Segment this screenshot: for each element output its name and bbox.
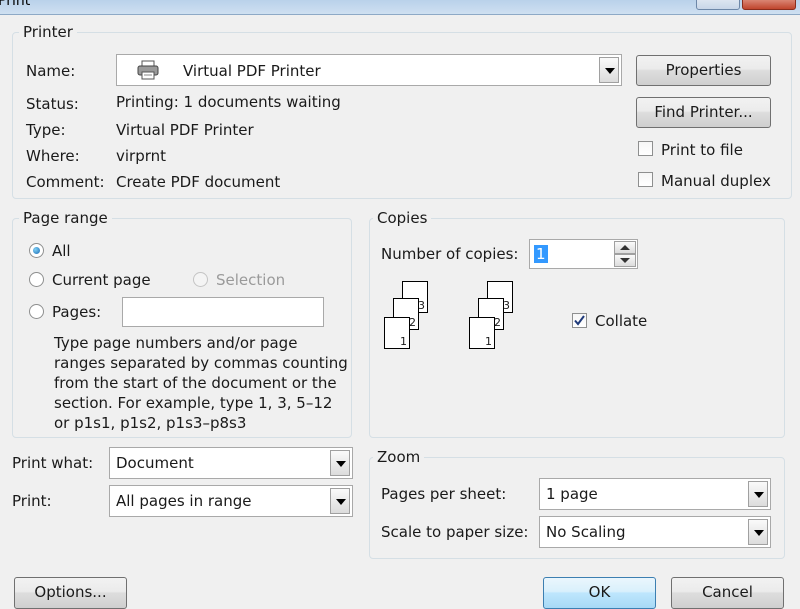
window-title: Print (0, 0, 31, 9)
name-label: Name: (26, 62, 76, 80)
type-value: Virtual PDF Printer (116, 121, 254, 139)
current-page-label[interactable]: Current page (52, 271, 151, 289)
collate-checkbox[interactable] (572, 313, 587, 328)
title-bar: Print (0, 0, 800, 15)
print-to-file-label[interactable]: Print to file (661, 141, 743, 159)
find-printer-button[interactable]: Find Printer... (636, 97, 771, 128)
page-range-group-label: Page range (19, 209, 112, 227)
printer-group-label: Printer (19, 23, 77, 41)
options-button[interactable]: Options... (14, 577, 127, 609)
pages-per-sheet-combo[interactable]: 1 page (539, 478, 771, 510)
status-label: Status: (26, 95, 79, 113)
close-button[interactable] (742, 0, 796, 10)
print-value: All pages in range (116, 492, 252, 510)
collated-pages-icon: 3 2 1 (469, 281, 529, 361)
print-what-value: Document (116, 454, 194, 472)
scale-label: Scale to paper size: (381, 523, 529, 541)
chevron-down-icon[interactable] (748, 481, 768, 507)
all-label[interactable]: All (52, 242, 71, 260)
page-1: 1 (384, 317, 410, 349)
print-what-combo[interactable]: Document (109, 447, 353, 479)
help-line: section. For example, type 1, 3, 5–12 (54, 394, 333, 412)
type-label: Type: (26, 121, 66, 139)
manual-duplex-label[interactable]: Manual duplex (661, 172, 771, 190)
spin-down-icon[interactable] (614, 254, 636, 267)
number-of-copies-label: Number of copies: (381, 245, 519, 263)
page-range-help: Type page numbers and/or page ranges sep… (54, 333, 354, 433)
chevron-down-icon[interactable] (599, 57, 619, 83)
ok-button[interactable]: OK (543, 577, 656, 609)
status-value: Printing: 1 documents waiting (116, 93, 341, 111)
comment-label: Comment: (26, 173, 105, 191)
chevron-down-icon[interactable] (330, 450, 350, 476)
printer-icon (137, 60, 159, 80)
help-line: ranges separated by commas counting (54, 354, 348, 372)
copies-spinner[interactable]: 1 (529, 239, 638, 269)
copies-group-label: Copies (373, 209, 432, 227)
pages-label[interactable]: Pages: (52, 303, 101, 321)
pages-input[interactable] (122, 297, 324, 327)
cancel-button[interactable]: Cancel (671, 577, 784, 609)
print-combo[interactable]: All pages in range (109, 485, 353, 517)
manual-duplex-checkbox[interactable] (638, 172, 653, 187)
selection-label[interactable]: Selection (216, 271, 285, 289)
where-value: virprnt (116, 147, 167, 165)
printer-name-value: Virtual PDF Printer (183, 62, 321, 80)
minimize-button[interactable] (696, 0, 740, 10)
help-line: Type page numbers and/or page (54, 334, 298, 352)
zoom-group-label: Zoom (373, 448, 425, 466)
comment-value: Create PDF document (116, 173, 281, 191)
where-label: Where: (26, 147, 80, 165)
properties-button[interactable]: Properties (636, 55, 771, 86)
print-label: Print: (12, 492, 52, 510)
copies-value[interactable]: 1 (534, 245, 548, 263)
uncollated-pages-icon: 3 2 1 (384, 281, 444, 361)
selection-radio[interactable] (193, 272, 208, 287)
scale-combo[interactable]: No Scaling (539, 516, 771, 548)
all-radio[interactable] (29, 243, 44, 258)
current-page-radio[interactable] (29, 272, 44, 287)
pages-radio[interactable] (29, 304, 44, 319)
pages-per-sheet-value: 1 page (546, 485, 598, 503)
checkmark-icon (574, 315, 585, 326)
chevron-down-icon[interactable] (330, 488, 350, 514)
scale-value: No Scaling (546, 523, 626, 541)
print-what-label: Print what: (12, 454, 94, 472)
help-line: from the start of the document or the (54, 374, 337, 392)
chevron-down-icon[interactable] (748, 519, 768, 545)
printer-name-combo[interactable]: Virtual PDF Printer (116, 54, 622, 86)
collate-label[interactable]: Collate (595, 312, 647, 330)
page-1: 1 (469, 317, 495, 349)
pages-per-sheet-label: Pages per sheet: (381, 485, 507, 503)
spin-up-icon[interactable] (614, 241, 636, 254)
print-to-file-checkbox[interactable] (638, 141, 653, 156)
help-line: or p1s1, p1s2, p1s3–p8s3 (54, 414, 247, 432)
